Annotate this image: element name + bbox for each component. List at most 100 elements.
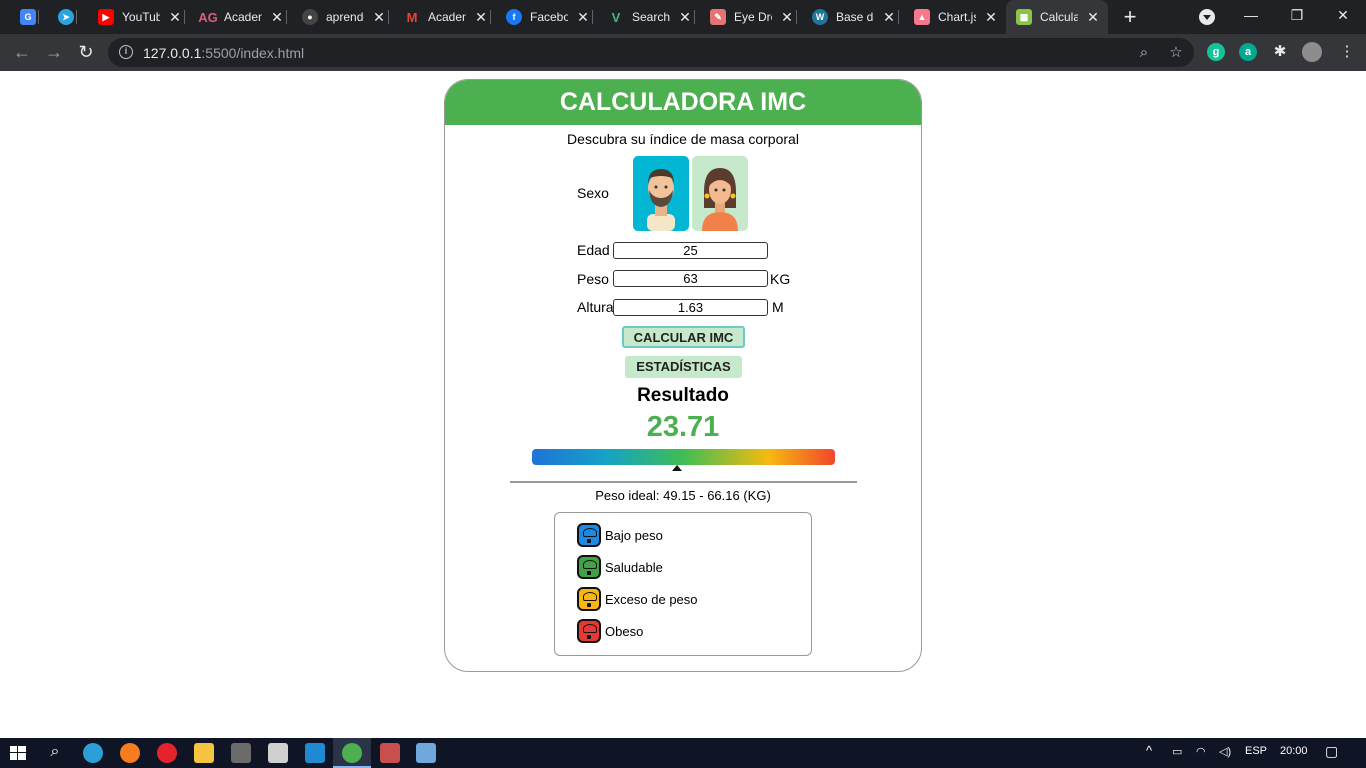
- reload-icon[interactable]: ↻: [74, 40, 98, 64]
- gmail-icon: M: [406, 9, 418, 25]
- scale-icon: [577, 555, 601, 579]
- age-label: Edad: [577, 242, 610, 258]
- close-tab-icon[interactable]: ✕: [882, 9, 896, 26]
- edge-icon[interactable]: [83, 743, 103, 763]
- windows-start-icon[interactable]: [8, 743, 28, 763]
- zoom-icon[interactable]: ⌕: [1135, 44, 1153, 62]
- bookmark-star-icon[interactable]: ☆: [1167, 44, 1185, 62]
- notifications-icon[interactable]: ▢: [1325, 743, 1338, 760]
- close-tab-icon[interactable]: ✕: [1086, 9, 1100, 26]
- chrome-icon[interactable]: [342, 743, 362, 763]
- close-window-button[interactable]: ✕: [1320, 0, 1366, 30]
- close-tab-icon[interactable]: ✕: [984, 9, 998, 26]
- close-tab-icon[interactable]: ✕: [474, 9, 488, 26]
- minimize-button[interactable]: —: [1228, 0, 1274, 30]
- tab-search[interactable]: V Search ✕: [608, 0, 695, 34]
- tab-title: Search: [632, 10, 670, 24]
- extensions-puzzle-icon[interactable]: ✱: [1271, 43, 1289, 61]
- telegram-icon: ➤: [58, 9, 74, 25]
- audio-app-icon[interactable]: [231, 743, 251, 763]
- vue-icon: V: [611, 9, 621, 25]
- file-explorer-icon[interactable]: [194, 743, 214, 763]
- tab-chartjs[interactable]: ▲ Chart.js ✕: [914, 0, 998, 34]
- tab-title: Academia: [428, 10, 466, 24]
- grammarly-icon[interactable]: g: [1207, 43, 1225, 61]
- profile-avatar[interactable]: [1302, 42, 1322, 62]
- menu-kebab-icon[interactable]: ⋮: [1338, 43, 1356, 61]
- forward-arrow-icon[interactable]: →: [42, 40, 66, 64]
- volume-icon[interactable]: ◁): [1219, 745, 1231, 758]
- imc-legend: Bajo peso Saludable Exceso de peso Obeso: [554, 512, 812, 656]
- tab-gmail[interactable]: M Academia ✕: [404, 0, 491, 34]
- app-icon[interactable]: [380, 743, 400, 763]
- tab-facebook[interactable]: f Facebook ✕: [506, 0, 593, 34]
- address-bar[interactable]: i 127.0.0.1:5500/index.html ⌕ ☆: [108, 38, 1194, 67]
- tab-title: Eye Dro: [734, 10, 772, 24]
- chevron-up-icon[interactable]: ^: [1146, 743, 1152, 758]
- tab-wordpress[interactable]: W Base de ✕: [812, 0, 899, 34]
- tab-academia-ag[interactable]: AG Academia ✕: [198, 0, 287, 34]
- close-tab-icon[interactable]: ✕: [168, 9, 182, 26]
- age-input[interactable]: 25: [613, 242, 768, 259]
- close-tab-icon[interactable]: ✕: [678, 9, 692, 26]
- restore-button[interactable]: ❐: [1274, 0, 1320, 30]
- facebook-icon: f: [506, 9, 522, 25]
- imc-gauge-pointer: [672, 465, 683, 471]
- site-info-icon[interactable]: i: [119, 45, 133, 59]
- calculate-imc-button[interactable]: CALCULAR IMC: [622, 326, 745, 348]
- tab-title: Facebook: [530, 10, 568, 24]
- language-indicator[interactable]: ESP: [1245, 745, 1267, 757]
- back-arrow-icon[interactable]: ←: [10, 40, 34, 64]
- opera-icon[interactable]: [157, 743, 177, 763]
- legend-label: Bajo peso: [605, 527, 663, 543]
- tab-title: Calcula: [1040, 10, 1078, 24]
- scale-icon: [577, 523, 601, 547]
- wifi-icon[interactable]: ◠: [1196, 745, 1206, 758]
- legend-item-overweight: Exceso de peso: [577, 587, 698, 611]
- tab-google-translate[interactable]: G: [20, 0, 39, 34]
- male-avatar-button[interactable]: [633, 156, 689, 231]
- tab-youtube[interactable]: ▶ YouTube ✕: [98, 0, 185, 34]
- close-tab-icon[interactable]: ✕: [780, 9, 794, 26]
- calculator-app-icon[interactable]: [268, 743, 288, 763]
- statistics-button[interactable]: ESTADÍSTICAS: [625, 356, 742, 378]
- close-tab-icon[interactable]: ✕: [576, 9, 590, 26]
- new-tab-button[interactable]: +: [1119, 4, 1141, 30]
- legend-item-underweight: Bajo peso: [577, 523, 663, 547]
- url-text: 127.0.0.1:5500/index.html: [143, 45, 305, 61]
- paint-icon[interactable]: [416, 743, 436, 763]
- firefox-icon[interactable]: [120, 743, 140, 763]
- tab-calculadora[interactable]: ▦ Calcula ✕: [1006, 0, 1108, 34]
- imc-calculator-card: CALCULADORA IMC Descubra su índice de ma…: [444, 79, 922, 672]
- tab-search-icon[interactable]: [1199, 9, 1215, 25]
- windows-taskbar: ⌕ ^ ▭ ◠ ◁) ESP 20:00 ▢: [0, 738, 1366, 768]
- extension-a-icon[interactable]: a: [1239, 43, 1257, 61]
- vscode-icon[interactable]: [305, 743, 325, 763]
- clock[interactable]: 20:00: [1280, 745, 1308, 757]
- ag-logo-icon: AG: [198, 9, 218, 25]
- close-tab-icon[interactable]: ✕: [270, 9, 284, 26]
- chartjs-icon: ▲: [914, 9, 930, 25]
- battery-icon[interactable]: ▭: [1172, 745, 1182, 758]
- male-avatar-icon: [647, 169, 675, 231]
- imc-gauge-bar: [532, 449, 835, 465]
- female-avatar-button[interactable]: [692, 156, 748, 231]
- tab-title: aprende: [326, 10, 364, 24]
- tab-github[interactable]: ● aprende ✕: [302, 0, 389, 34]
- close-tab-icon[interactable]: ✕: [372, 9, 386, 26]
- weight-label: Peso: [577, 271, 609, 287]
- weight-unit: KG: [770, 271, 791, 287]
- ideal-weight-text: Peso ideal: 49.15 - 66.16 (KG): [595, 488, 771, 503]
- height-label: Altura: [577, 299, 614, 315]
- height-input[interactable]: 1.63: [613, 299, 768, 316]
- youtube-icon: ▶: [98, 9, 114, 25]
- github-icon: ●: [302, 9, 318, 25]
- tab-eye-dropper[interactable]: ✎ Eye Dro ✕: [710, 0, 797, 34]
- tab-telegram[interactable]: ➤: [58, 0, 77, 34]
- weight-input[interactable]: 63: [613, 270, 768, 287]
- wordpress-icon: W: [812, 9, 828, 25]
- legend-item-healthy: Saludable: [577, 555, 663, 579]
- search-icon[interactable]: ⌕: [45, 743, 65, 763]
- tab-strip: G ➤ ▶ YouTube ✕ AG Academia ✕ ● aprende …: [0, 0, 1366, 34]
- divider: [510, 481, 857, 483]
